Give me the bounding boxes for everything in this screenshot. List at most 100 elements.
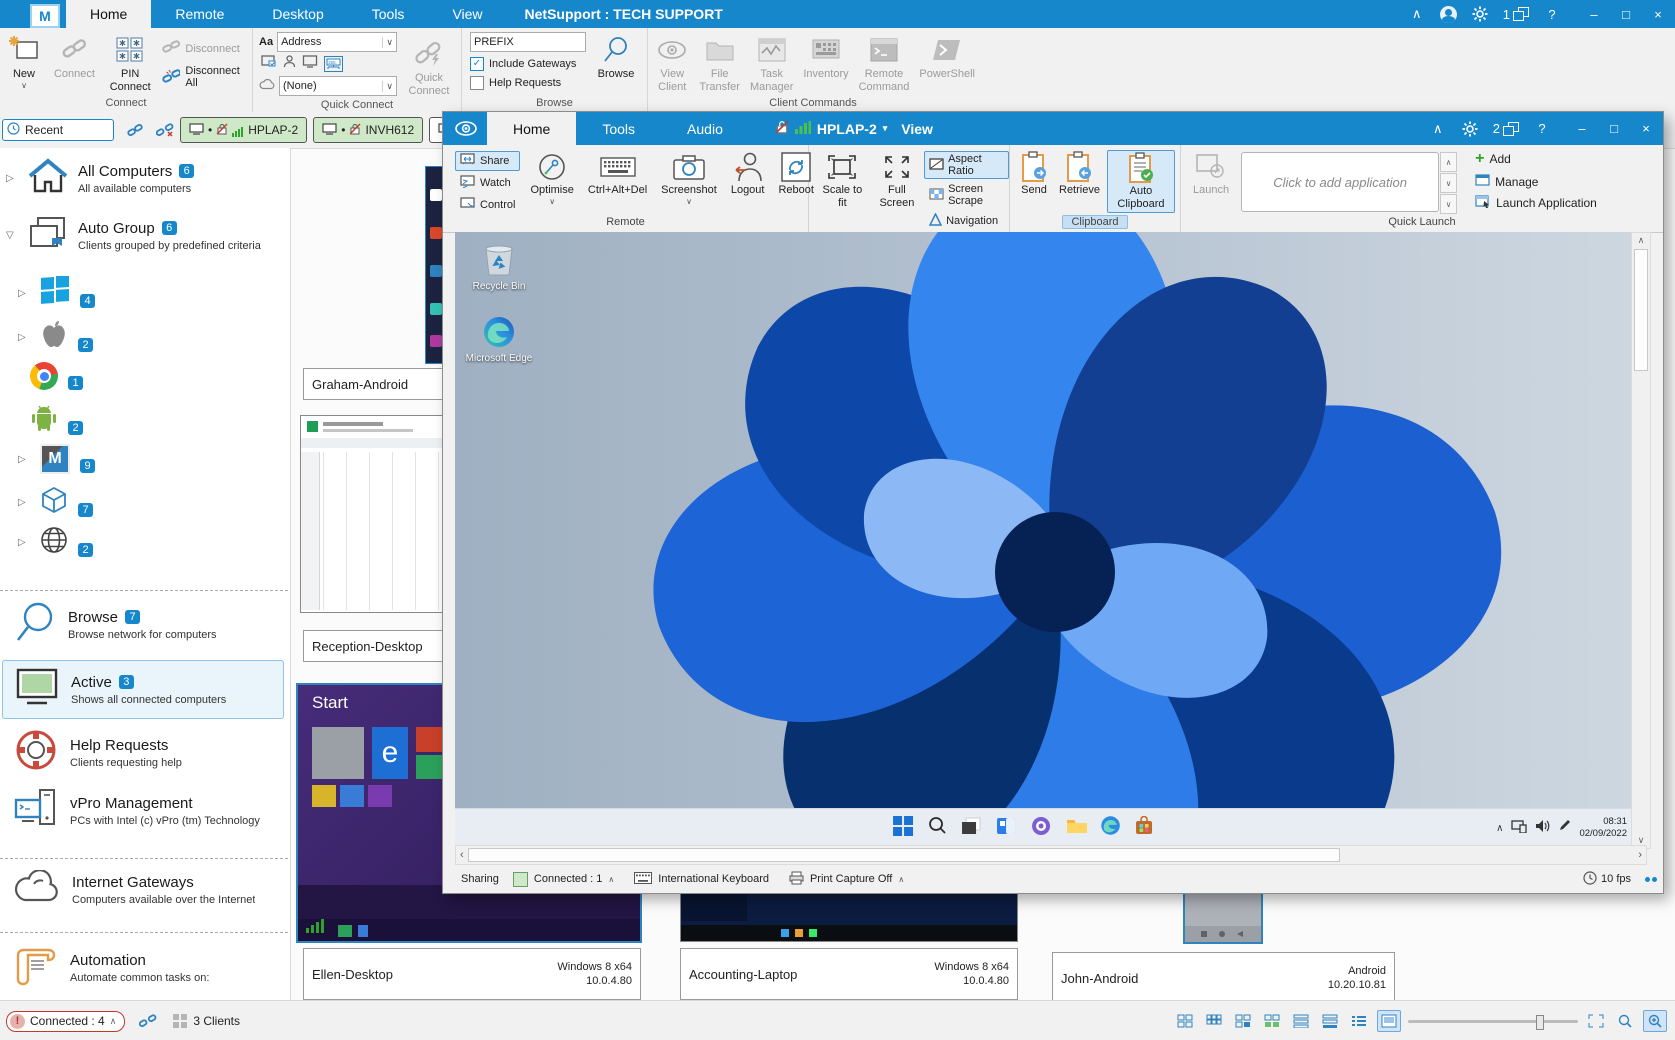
new-button[interactable]: New ∨ <box>6 32 42 92</box>
sidebar-item-all-computers[interactable]: ▷ All Computers6 All available computers <box>6 156 294 201</box>
launch-button[interactable]: Launch <box>1189 150 1233 199</box>
gateway-combobox[interactable]: (None) ∨ <box>279 76 397 96</box>
thumbnail-size-slider[interactable] <box>1408 1020 1578 1023</box>
ribbon-tab-remote[interactable]: Remote <box>151 0 248 28</box>
viewer-tab-audio[interactable]: Audio <box>661 112 749 145</box>
task-view-icon[interactable] <box>960 816 982 841</box>
pin-connect-button[interactable]: PIN Connect <box>100 32 160 95</box>
tray-pen-icon[interactable] <box>1558 819 1571 837</box>
ribbon-tab-home[interactable]: Home <box>66 0 151 28</box>
disconnect-button[interactable]: Disconnect <box>162 40 252 57</box>
scale-to-fit-button[interactable]: Scale to fit <box>815 150 870 211</box>
manage-applications-button[interactable]: Manage <box>1475 174 1597 189</box>
sidebar-item-auto-group[interactable]: ▽ Auto Group6 Clients grouped by predefi… <box>6 214 294 257</box>
chat-icon[interactable] <box>1030 816 1052 841</box>
quick-launch-dropzone[interactable]: Click to add application <box>1241 152 1439 212</box>
add-application-button[interactable]: + Add <box>1475 150 1597 168</box>
layout-small-icons-button[interactable] <box>1203 1011 1225 1031</box>
netsupport-logo-icon[interactable]: M <box>30 4 60 28</box>
tree-item-chrome[interactable]: 1 <box>30 362 318 390</box>
close-button[interactable]: × <box>1649 5 1667 23</box>
expander-icon[interactable]: ▷ <box>18 288 30 299</box>
launch-application-button[interactable]: Launch Application <box>1475 195 1597 211</box>
zoom-fit-button[interactable] <box>1585 1011 1607 1031</box>
full-screen-button[interactable]: Full Screen <box>874 150 920 211</box>
recent-dropdown[interactable]: Recent <box>2 119 114 141</box>
scroll-up-icon[interactable]: ∧ <box>1632 233 1650 246</box>
inventory-button[interactable]: Inventory <box>800 32 851 83</box>
file-explorer-icon[interactable] <box>1065 816 1087 841</box>
expand-icon[interactable]: ∨ <box>1440 194 1457 214</box>
widgets-icon[interactable] <box>995 816 1017 841</box>
tray-volume-icon[interactable] <box>1535 819 1550 838</box>
ribbon-tab-view[interactable]: View <box>428 0 506 28</box>
ctrl-alt-del-button[interactable]: Ctrl+Alt+Del <box>584 150 651 199</box>
remote-command-button[interactable]: Remote Command <box>856 32 913 95</box>
auto-clipboard-button[interactable]: Auto Clipboard <box>1107 150 1175 213</box>
chevron-up-icon[interactable]: ∧ <box>898 875 904 884</box>
viewer-vertical-scrollbar[interactable]: ∧ ∨ <box>1631 232 1651 849</box>
sidebar-item-help-requests[interactable]: Help Requests Clients requesting help <box>14 728 302 777</box>
watch-button[interactable]: Watch <box>455 173 520 193</box>
sidebar-item-automation[interactable]: Automation Automate common tasks on: <box>14 944 302 991</box>
list-details-button[interactable] <box>1290 1011 1312 1031</box>
user-icon[interactable] <box>283 55 296 73</box>
settings-gear-icon[interactable] <box>1461 120 1479 138</box>
tree-item-android[interactable]: 2 <box>30 404 318 437</box>
expander-icon[interactable]: ▷ <box>18 454 30 465</box>
edge-taskbar-icon[interactable] <box>1100 815 1121 841</box>
remote-taskbar[interactable]: ∧ 08:31 02/09/2022 <box>455 808 1633 847</box>
broadcast-icon[interactable]: 255. <box>324 56 343 72</box>
browse-button[interactable]: Browse <box>588 32 644 83</box>
clipboard-retrieve-button[interactable]: Retrieve <box>1055 150 1104 199</box>
expander-icon[interactable]: ▷ <box>6 173 18 184</box>
monitor-check-icon[interactable] <box>261 55 277 73</box>
minimize-button[interactable]: – <box>1585 5 1603 23</box>
help-requests-checkbox[interactable]: Help Requests <box>470 76 588 90</box>
optimise-button[interactable]: Optimise ∨ <box>526 150 577 208</box>
taskbar-search-icon[interactable] <box>927 816 947 841</box>
layout-large-icons-button[interactable] <box>1174 1011 1196 1031</box>
ribbon-tab-desktop[interactable]: Desktop <box>248 0 347 28</box>
sidebar-item-internet-gateways[interactable]: Internet Gateways Computers available ov… <box>14 870 302 909</box>
expander-icon[interactable]: ▷ <box>18 332 30 343</box>
dropdown-icon[interactable]: ▾ <box>883 123 888 134</box>
tray-chevron-up-icon[interactable]: ∧ <box>1496 823 1503 834</box>
client-tab-invh612[interactable]: • INVH612 <box>313 117 423 143</box>
expander-icon[interactable]: ▷ <box>18 537 30 548</box>
connect-button[interactable]: Connect <box>51 32 98 83</box>
list-report-button[interactable] <box>1319 1011 1341 1031</box>
powershell-button[interactable]: PowerShell <box>916 32 978 83</box>
screenshot-button[interactable]: Screenshot ∨ <box>657 150 721 208</box>
layout-tiles-button[interactable] <box>1232 1011 1254 1031</box>
collapse-ribbon-icon[interactable]: ∧ <box>1429 120 1447 138</box>
unlink-icon[interactable] <box>156 121 174 139</box>
collapse-ribbon-icon[interactable]: ∧ <box>1408 5 1426 23</box>
thumbnail-view-button[interactable] <box>1377 1010 1401 1032</box>
address-combobox[interactable]: Address ∨ <box>277 32 397 52</box>
share-button[interactable]: Share <box>455 151 520 171</box>
print-capture-label[interactable]: Print Capture Off <box>810 873 892 885</box>
tray-network-icon[interactable] <box>1511 819 1527 838</box>
thumbnail-label-accounting[interactable]: Accounting-Laptop Windows 8 x64 10.0.4.8… <box>680 948 1018 1000</box>
remote-desktop-view[interactable]: Recycle Bin Microsoft Edge <box>455 232 1633 847</box>
scrollbar-thumb[interactable] <box>1634 249 1648 371</box>
zoom-out-button[interactable] <box>1614 1011 1636 1031</box>
connected-status-pill[interactable]: ! Connected : 4 ∧ <box>6 1011 125 1032</box>
expander-open-icon[interactable]: ▽ <box>6 230 18 241</box>
navigation-button[interactable]: Navigation <box>924 211 1009 231</box>
link-icon[interactable] <box>126 121 144 139</box>
ribbon-tab-tools[interactable]: Tools <box>348 0 429 28</box>
maximize-button[interactable]: □ <box>1617 5 1635 23</box>
desktop-icon-recycle-bin[interactable]: Recycle Bin <box>463 242 535 292</box>
clipboard-send-button[interactable]: Send <box>1016 150 1052 199</box>
monitor-icon[interactable] <box>302 55 318 73</box>
client-name[interactable]: HPLAP-2 <box>817 121 877 137</box>
layout-grid-badge-button[interactable] <box>1261 1011 1283 1031</box>
user-avatar[interactable] <box>1440 6 1457 23</box>
viewer-horizontal-scrollbar[interactable]: ‹ › <box>455 845 1647 865</box>
thumbnail-label-ellen[interactable]: Ellen-Desktop Windows 8 x64 10.0.4.80 <box>303 948 641 1000</box>
viewer-tab-tools[interactable]: Tools <box>576 112 661 145</box>
unlink-icon[interactable] <box>139 1012 157 1030</box>
tree-item-globe[interactable]: ▷ 2 <box>18 526 306 559</box>
